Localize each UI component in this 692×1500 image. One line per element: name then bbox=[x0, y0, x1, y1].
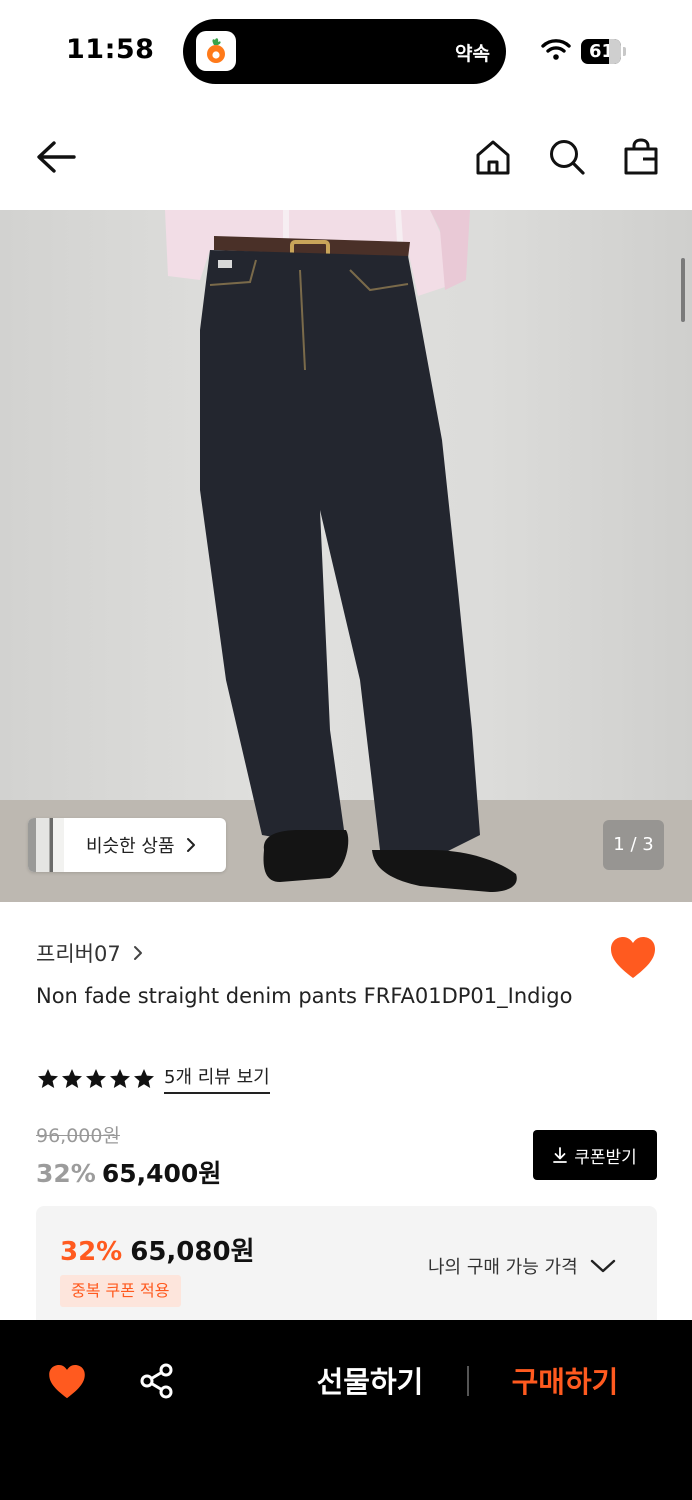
status-time: 11:58 bbox=[66, 34, 155, 65]
best-price-row: 32% 65,080원 bbox=[60, 1231, 255, 1268]
carrot-app-icon bbox=[196, 31, 236, 71]
coupon-label: 쿠폰받기 bbox=[574, 1147, 637, 1168]
my-price-toggle[interactable]: 나의 구매 가능 가격 bbox=[428, 1253, 616, 1279]
shopping-bag-icon bbox=[624, 138, 658, 175]
share-button[interactable] bbox=[137, 1361, 177, 1401]
chevron-down-icon bbox=[590, 1259, 615, 1273]
image-counter: 1 / 3 bbox=[603, 820, 664, 870]
buy-button[interactable]: 구매하기 bbox=[495, 1360, 635, 1404]
heart-icon bbox=[49, 1365, 85, 1399]
star-icon bbox=[86, 1068, 106, 1088]
product-image-gallery[interactable]: 비슷한 상품 1 / 3 bbox=[0, 210, 692, 902]
search-button[interactable] bbox=[541, 131, 593, 183]
discount-percent: 32% bbox=[36, 1159, 96, 1188]
gift-button[interactable]: 선물하기 bbox=[300, 1360, 440, 1404]
arrow-left-icon bbox=[37, 141, 76, 173]
original-price: 96,000원 bbox=[36, 1125, 120, 1147]
brand-name: 프리버07 bbox=[36, 942, 121, 966]
best-price: 65,080원 bbox=[130, 1237, 255, 1267]
island-label: 약속 bbox=[455, 43, 490, 65]
battery-cap bbox=[623, 47, 626, 56]
review-link[interactable]: 5개 리뷰 보기 bbox=[164, 1063, 270, 1094]
heart-icon bbox=[611, 937, 655, 978]
star-icon bbox=[134, 1068, 154, 1088]
wifi-icon bbox=[541, 38, 571, 64]
brand-link[interactable]: 프리버07 bbox=[36, 938, 143, 968]
similar-products-button[interactable]: 비슷한 상품 bbox=[28, 818, 226, 872]
search-icon bbox=[550, 140, 585, 175]
chevron-right-icon bbox=[186, 838, 195, 852]
my-price-label: 나의 구매 가능 가격 bbox=[428, 1257, 578, 1278]
cart-button[interactable] bbox=[615, 131, 667, 183]
coupon-download-button[interactable]: 쿠폰받기 bbox=[533, 1130, 657, 1180]
star-icon bbox=[110, 1068, 130, 1088]
rating-row: 5개 리뷰 보기 bbox=[36, 1063, 270, 1094]
product-title: Non fade straight denim pants FRFA01DP01… bbox=[36, 984, 573, 1008]
download-icon bbox=[553, 1147, 568, 1163]
home-icon bbox=[476, 140, 510, 175]
best-price-panel: 32% 65,080원 중복 쿠폰 적용 나의 구매 가능 가격 bbox=[36, 1206, 657, 1336]
similar-thumbnail bbox=[28, 818, 64, 872]
best-discount-percent: 32% bbox=[60, 1237, 123, 1267]
duplicate-coupon-badge: 중복 쿠폰 적용 bbox=[60, 1275, 181, 1307]
wishlist-button[interactable] bbox=[607, 932, 659, 984]
similar-products-label: 비슷한 상품 bbox=[86, 836, 175, 857]
scroll-indicator[interactable] bbox=[681, 258, 685, 322]
home-button[interactable] bbox=[467, 131, 519, 183]
product-photo bbox=[165, 210, 517, 892]
rating-stars bbox=[36, 1067, 156, 1091]
action-divider bbox=[467, 1366, 469, 1396]
battery-indicator: 61 bbox=[581, 39, 621, 64]
dynamic-island[interactable]: 약속 bbox=[183, 19, 506, 84]
bottom-action-bar: 선물하기 구매하기 bbox=[0, 1320, 692, 1500]
top-nav bbox=[0, 105, 692, 210]
sale-price-row: 32% 65,400원 bbox=[36, 1154, 221, 1190]
back-button[interactable] bbox=[30, 131, 82, 183]
star-icon bbox=[38, 1068, 58, 1088]
chevron-right-icon bbox=[133, 946, 142, 960]
status-bar: 11:58 약속 61 bbox=[0, 0, 692, 105]
bottom-wishlist-button[interactable] bbox=[46, 1361, 88, 1403]
share-icon bbox=[140, 1363, 173, 1399]
sale-price: 65,400원 bbox=[101, 1159, 222, 1188]
star-icon bbox=[62, 1068, 82, 1088]
